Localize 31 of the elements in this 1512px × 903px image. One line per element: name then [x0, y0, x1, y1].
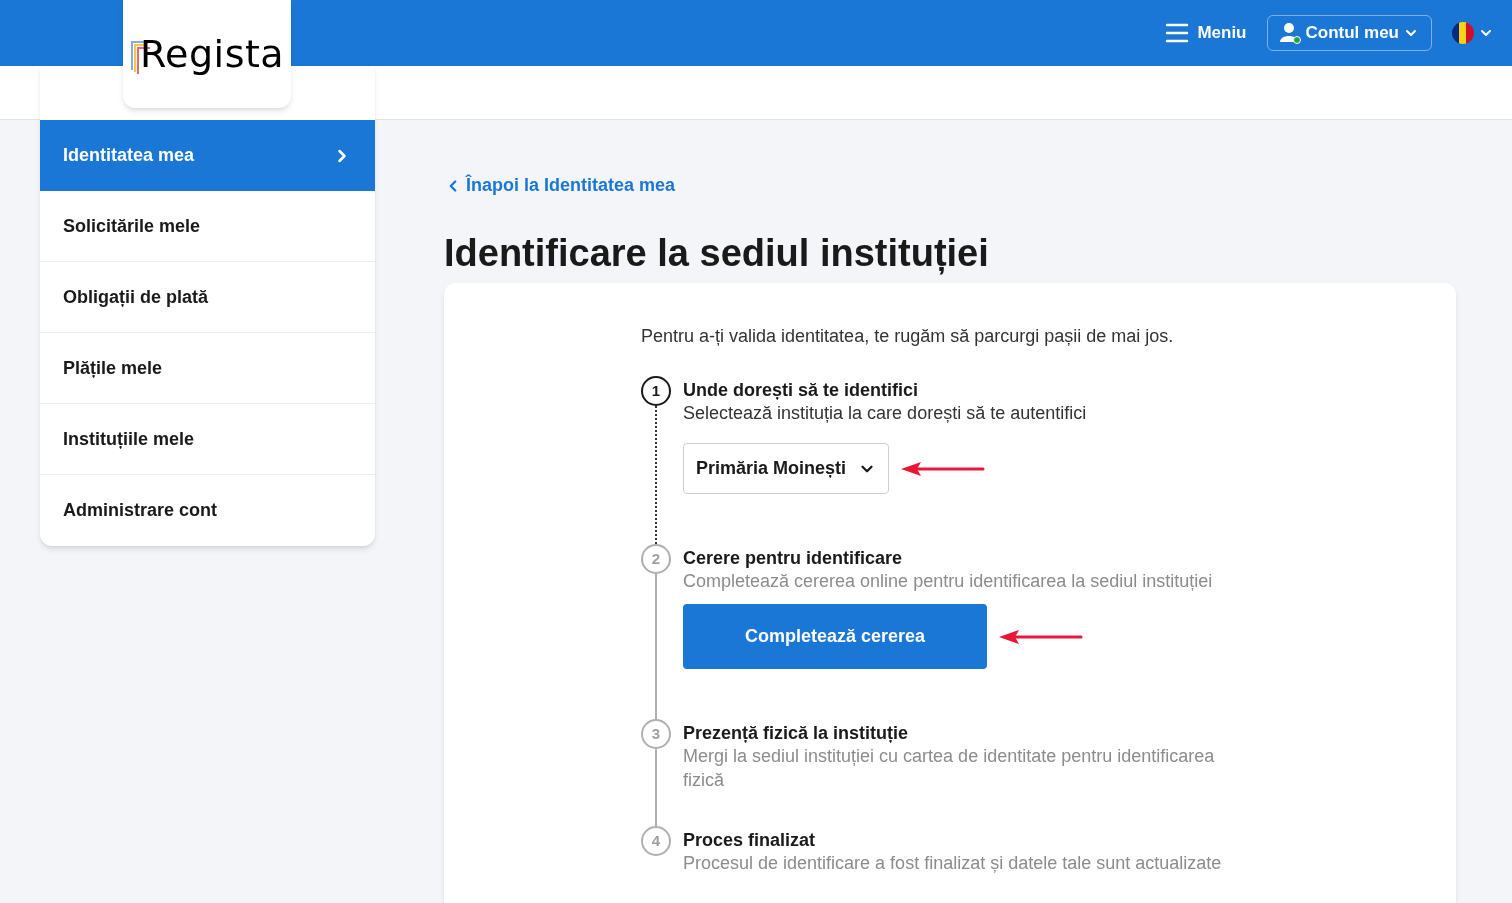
- step-title: Unde dorești să te identifici: [683, 379, 920, 401]
- institution-select[interactable]: Primăria Moinești: [683, 443, 890, 494]
- step-title: Prezență fizică la instituție: [683, 722, 910, 744]
- back-link[interactable]: Înapoi la Identitatea mea: [444, 172, 1456, 199]
- sidebar-item[interactable]: Administrare cont: [40, 475, 375, 546]
- menu-icon: [1165, 22, 1190, 44]
- step-number: 4: [641, 826, 671, 856]
- sidebar-item[interactable]: Solicitările mele: [40, 191, 375, 262]
- step-number: 1: [641, 376, 671, 406]
- step-description: Procesul de identificare a fost finalizat și datele tale sunt actualizate: [683, 852, 1222, 875]
- sidebar-item[interactable]: Plățile mele: [40, 333, 375, 404]
- sidebar-item[interactable]: Obligații de plată: [40, 262, 375, 333]
- menu-button[interactable]: Meniu: [1165, 20, 1247, 46]
- intro-text: Pentru a-ți valida identitatea, te rugăm să parcurgi pașii de mai jos.: [641, 325, 1175, 348]
- logo-text[interactable]: Regista: [139, 34, 285, 74]
- complete-request-button[interactable]: Completează cererea: [683, 604, 987, 669]
- language-button[interactable]: [1452, 22, 1494, 44]
- account-button[interactable]: Contul meu: [1266, 15, 1432, 51]
- step-description: Mergi la sediul instituției cu cartea de identitate pentru identificarea fizică: [683, 745, 1216, 792]
- sidebar-item[interactable]: Identitatea mea: [40, 120, 375, 191]
- step-number: 3: [641, 719, 671, 749]
- step-description: Completează cererea online pentru identificarea la sediul instituției: [683, 570, 1213, 593]
- sidebar-item[interactable]: Instituțiile mele: [40, 404, 375, 475]
- pointer-arrow-icon: [901, 461, 986, 476]
- step-title: Cerere pentru identificare: [683, 547, 904, 569]
- step-number: 2: [641, 544, 671, 574]
- step-title: Proces finalizat: [683, 829, 817, 851]
- page-title: Identificare la sediul instituției: [444, 231, 990, 275]
- flag-icon: [1452, 22, 1474, 44]
- pointer-arrow-icon: [999, 629, 1083, 644]
- step-description: Selectează instituția la care dorești să te autentifici: [683, 402, 1087, 425]
